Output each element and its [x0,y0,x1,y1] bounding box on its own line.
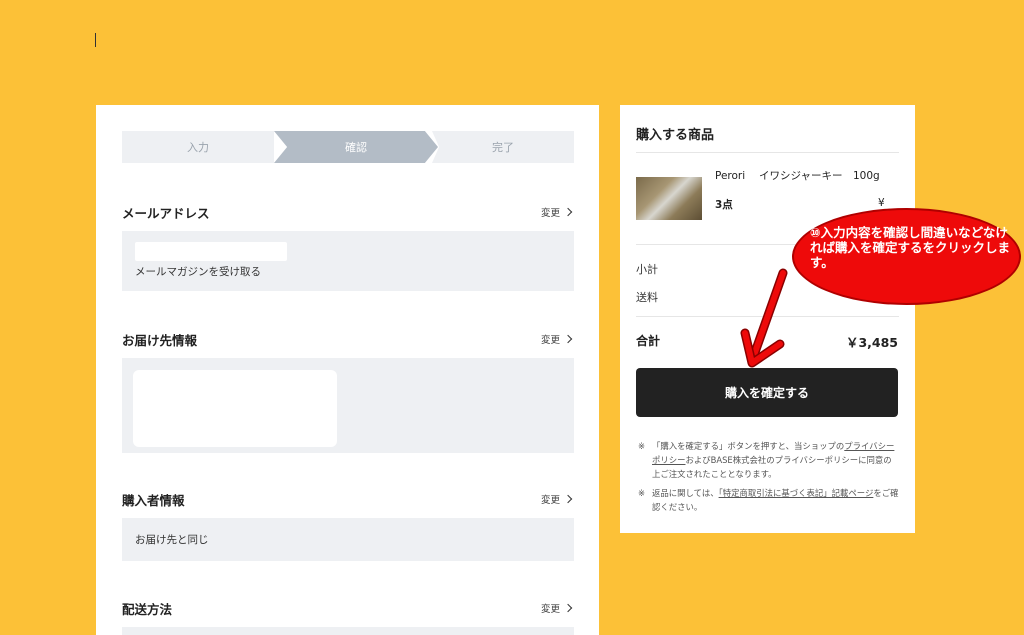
shipping-section-title: お届け先情報 [122,333,198,348]
chevron-right-icon [563,334,573,344]
divider [636,152,899,153]
annotation-text: ⑩入力内容を確認し間違いなどなければ購入を確定するをクリックします。 [810,225,1011,270]
shipping-change-link[interactable]: 変更 [541,332,573,346]
buyer-value: お届け先と同じ [135,534,209,546]
newsletter-text: メールマガジンを受け取る [135,266,261,278]
total-label: 合計 [636,334,661,348]
total-value: ￥3,485 [845,335,898,350]
subtotal-label: 小計 [636,263,658,276]
annotation-arrow-icon [740,268,788,368]
delivery-change-link[interactable]: 変更 [541,601,573,615]
email-box: メールマガジンを受け取る [122,231,574,291]
email-change-link[interactable]: 変更 [541,205,573,219]
buyer-change-link[interactable]: 変更 [541,492,573,506]
product-price: ¥ [878,197,885,209]
email-redacted [135,242,287,261]
email-section-title: メールアドレス [122,206,210,221]
chevron-right-icon [563,207,573,217]
chevron-right-icon [563,494,573,504]
note-mark: ※ [638,488,646,498]
returns-note: ※ 返品に関しては、「特定商取引法に基づく表記」記載ページをご確認ください。 [638,488,899,512]
buyer-section-title: 購入者情報 [122,493,185,508]
step-confirm-active: 確認 [274,131,438,163]
text-cursor [95,33,96,47]
shipping-address-redacted [133,370,337,447]
privacy-note: ※ 「購入を確定する」ボタンを押すと、当ショップのプライバシーポリシーおよびBA… [638,441,895,479]
checkout-steps: 入力 完了 確認 [122,131,574,163]
delivery-section-title: 配送方法 [122,602,173,617]
legal-notice-link[interactable]: 「特定商取引法に基づく表記」記載ページ [719,488,874,498]
confirmation-panel: 入力 完了 確認 メールアドレス 変更 メールマガジンを受け取る お届け先情報 … [96,105,599,635]
buyer-box: お届け先と同じ [122,518,574,561]
shipping-fee-label: 送料 [636,291,658,304]
shipping-box [122,358,574,453]
delivery-box [122,627,574,635]
chevron-right-icon [563,603,573,613]
step-complete: 完了 [432,131,574,163]
order-summary-title: 購入する商品 [636,128,715,143]
product-name: Perori イワシジャーキー 100g [715,170,880,182]
step-input: 入力 [122,131,274,163]
confirm-purchase-button[interactable]: 購入を確定する [636,368,898,417]
note-mark: ※ [638,441,646,451]
product-quantity: 3点 [715,199,733,211]
product-image [636,177,702,220]
